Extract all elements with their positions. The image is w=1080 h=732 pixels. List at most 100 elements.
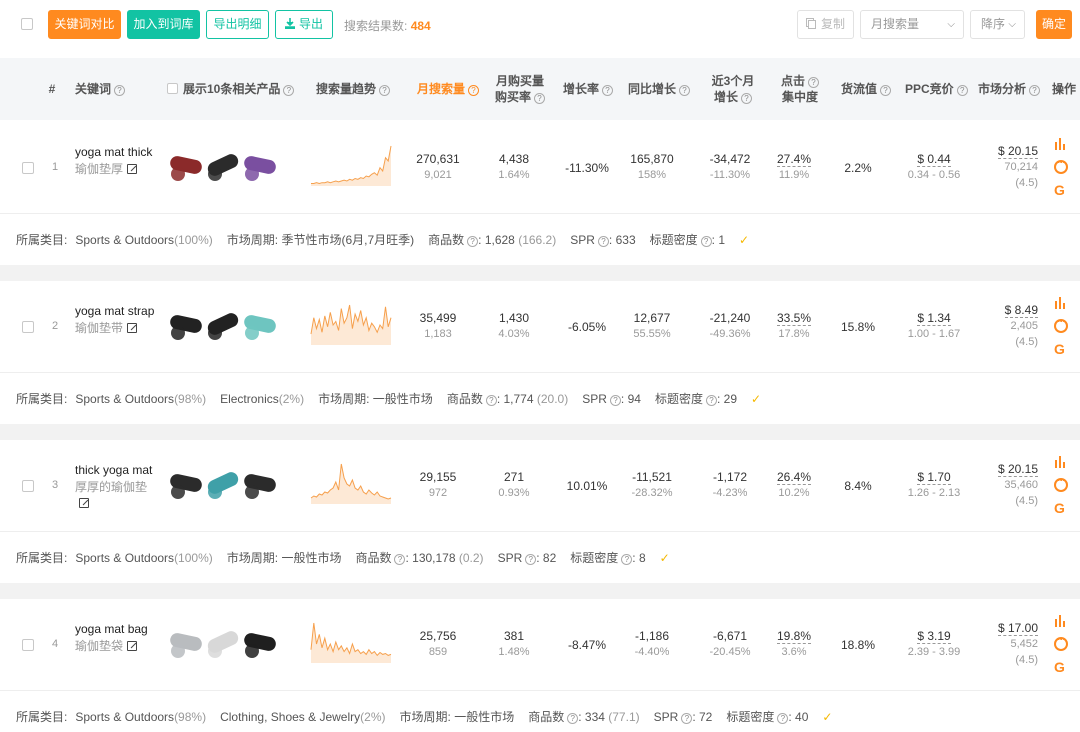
row-checkbox[interactable] xyxy=(22,639,34,651)
product-thumbnail[interactable] xyxy=(206,311,241,340)
keyword-compare-button[interactable]: 关键词对比 xyxy=(48,10,121,39)
search-trend-sparkline[interactable] xyxy=(310,301,392,347)
help-icon[interactable]: ? xyxy=(485,395,497,406)
sort-field-select[interactable]: 月搜索量 ⌵ xyxy=(860,10,964,39)
help-icon[interactable]: ? xyxy=(609,395,621,406)
header-recent3[interactable]: 近3个月 增长? xyxy=(710,73,756,105)
category-name[interactable]: Sports & Outdoors xyxy=(75,392,174,406)
more-icon[interactable] xyxy=(1054,157,1068,174)
add-to-library-button[interactable]: 加入到词库 xyxy=(127,10,200,39)
product-thumbnails[interactable] xyxy=(168,311,280,347)
row-checkbox[interactable] xyxy=(22,162,34,174)
help-icon[interactable]: ? xyxy=(808,77,819,88)
help-icon[interactable]: ? xyxy=(621,554,633,565)
help-icon[interactable]: ? xyxy=(681,713,693,724)
help-icon[interactable]: ? xyxy=(602,85,614,96)
help-icon[interactable]: ? xyxy=(880,85,892,96)
keyword-text[interactable]: thick yoga mat xyxy=(75,462,155,478)
show-products-checkbox[interactable] xyxy=(167,83,178,94)
help-icon[interactable]: ? xyxy=(525,554,537,565)
more-icon[interactable] xyxy=(1054,316,1068,333)
click-value[interactable]: 33.5% xyxy=(776,311,812,326)
product-thumbnail[interactable] xyxy=(243,314,277,340)
click-value[interactable]: 19.8% xyxy=(776,629,812,644)
header-monthly-buy[interactable]: 月购买量 购买率? xyxy=(494,73,546,105)
help-icon[interactable]: ? xyxy=(777,713,789,724)
confirm-button[interactable]: 确定 xyxy=(1036,10,1072,39)
product-thumbnails[interactable] xyxy=(168,152,280,188)
header-market[interactable]: 市场分析? xyxy=(978,81,1041,97)
product-thumbnail[interactable] xyxy=(169,314,203,340)
google-icon[interactable]: G xyxy=(1054,501,1070,515)
help-icon[interactable]: ? xyxy=(597,236,609,247)
help-icon[interactable]: ? xyxy=(379,85,391,96)
sort-order-select[interactable]: 降序 ⌵ xyxy=(970,10,1025,39)
header-growth[interactable]: 增长率? xyxy=(563,81,614,97)
product-thumbnails[interactable] xyxy=(168,470,280,506)
header-yoy[interactable]: 同比增长? xyxy=(628,81,691,97)
edit-icon[interactable] xyxy=(127,323,138,333)
product-thumbnail[interactable] xyxy=(206,470,241,499)
search-trend-sparkline[interactable] xyxy=(310,619,392,665)
edit-icon[interactable] xyxy=(127,164,138,174)
category-name[interactable]: Sports & Outdoors xyxy=(75,710,174,724)
bar-chart-icon[interactable] xyxy=(1054,138,1068,150)
help-icon[interactable]: ? xyxy=(567,713,579,724)
help-icon[interactable]: ? xyxy=(700,236,712,247)
row-checkbox[interactable] xyxy=(22,321,34,333)
category-name[interactable]: Clothing, Shoes & Jewelry xyxy=(220,710,360,724)
row-checkbox[interactable] xyxy=(22,480,34,492)
more-icon[interactable] xyxy=(1054,475,1068,492)
product-thumbnail[interactable] xyxy=(243,155,277,181)
help-icon[interactable]: ? xyxy=(1029,85,1041,96)
help-icon[interactable]: ? xyxy=(679,85,691,96)
export-button[interactable]: 导出 xyxy=(275,10,333,39)
category-name[interactable]: Sports & Outdoors xyxy=(75,551,174,565)
edit-icon[interactable] xyxy=(79,498,89,508)
product-thumbnail[interactable] xyxy=(206,152,241,181)
header-flow[interactable]: 货流值? xyxy=(841,81,892,97)
ppc-value[interactable]: $ 1.70 xyxy=(917,470,951,485)
keyword-text[interactable]: yoga mat thick xyxy=(75,144,155,160)
product-thumbnail[interactable] xyxy=(243,473,277,499)
select-all-checkbox[interactable] xyxy=(21,18,33,30)
product-thumbnail[interactable] xyxy=(169,473,203,499)
header-click[interactable]: 点击? 集中度 xyxy=(780,73,820,105)
bar-chart-icon[interactable] xyxy=(1054,456,1068,468)
category-name[interactable]: Sports & Outdoors xyxy=(75,233,174,247)
product-thumbnails[interactable] xyxy=(168,629,280,665)
export-detail-button[interactable]: 导出明细 xyxy=(206,10,269,39)
ppc-value[interactable]: $ 1.34 xyxy=(917,311,951,326)
product-thumbnail[interactable] xyxy=(169,632,203,658)
market-price[interactable]: $ 8.49 xyxy=(1004,303,1038,318)
category-name[interactable]: Electronics xyxy=(220,392,279,406)
search-trend-sparkline[interactable] xyxy=(310,142,392,188)
product-thumbnail[interactable] xyxy=(243,632,277,658)
help-icon[interactable]: ? xyxy=(467,236,479,247)
market-price[interactable]: $ 20.15 xyxy=(997,144,1038,159)
keyword-text[interactable]: yoga mat strap xyxy=(75,303,155,319)
google-icon[interactable]: G xyxy=(1054,342,1070,356)
help-icon[interactable]: ? xyxy=(468,85,480,96)
product-thumbnail[interactable] xyxy=(206,629,241,658)
keyword-text[interactable]: yoga mat bag xyxy=(75,621,155,637)
help-icon[interactable]: ? xyxy=(114,85,126,96)
market-price[interactable]: $ 20.15 xyxy=(997,462,1038,477)
header-monthly-search[interactable]: 月搜索量? xyxy=(417,81,480,97)
click-value[interactable]: 27.4% xyxy=(776,152,812,167)
google-icon[interactable]: G xyxy=(1054,183,1070,197)
search-trend-sparkline[interactable] xyxy=(310,460,392,506)
bar-chart-icon[interactable] xyxy=(1054,297,1068,309)
copy-button[interactable]: 复制 xyxy=(797,10,854,39)
bar-chart-icon[interactable] xyxy=(1054,615,1068,627)
product-thumbnail[interactable] xyxy=(169,155,203,181)
help-icon[interactable]: ? xyxy=(956,85,968,96)
help-icon[interactable]: ? xyxy=(534,93,545,104)
header-keyword[interactable]: 关键词? xyxy=(75,81,126,97)
help-icon[interactable]: ? xyxy=(283,85,295,96)
more-icon[interactable] xyxy=(1054,634,1068,651)
edit-icon[interactable] xyxy=(127,641,138,651)
ppc-value[interactable]: $ 3.19 xyxy=(917,629,951,644)
header-ppc[interactable]: PPC竞价? xyxy=(905,81,968,97)
ppc-value[interactable]: $ 0.44 xyxy=(917,152,951,167)
